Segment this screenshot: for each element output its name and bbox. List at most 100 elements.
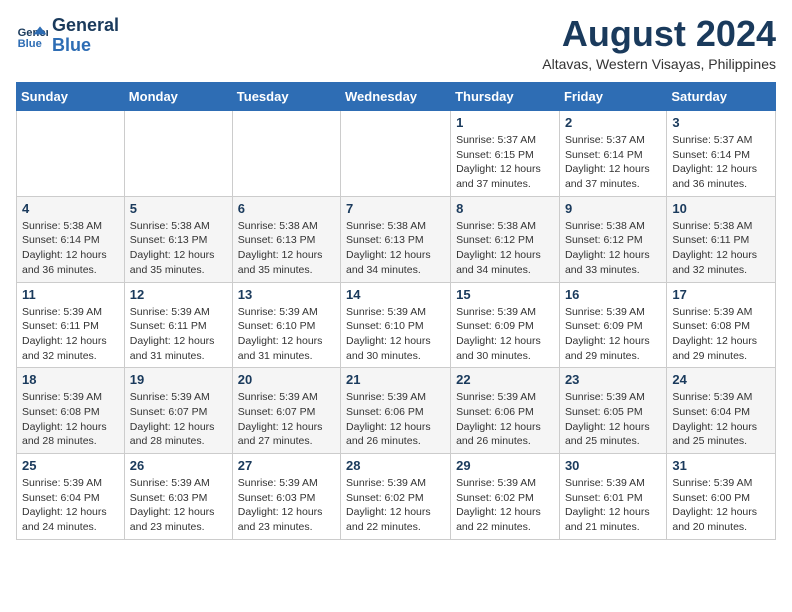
page-header: General Blue General Blue August 2024 Al… [16, 16, 776, 72]
day-info: Sunrise: 5:39 AM Sunset: 6:08 PM Dayligh… [672, 305, 770, 364]
header-thursday: Thursday [451, 83, 560, 111]
calendar-table: SundayMondayTuesdayWednesdayThursdayFrid… [16, 82, 776, 540]
logo-icon: General Blue [16, 20, 48, 52]
day-info: Sunrise: 5:39 AM Sunset: 6:09 PM Dayligh… [565, 305, 661, 364]
header-wednesday: Wednesday [341, 83, 451, 111]
day-info: Sunrise: 5:38 AM Sunset: 6:13 PM Dayligh… [238, 219, 335, 278]
calendar-cell: 6 Sunrise: 5:38 AM Sunset: 6:13 PM Daylig… [232, 196, 340, 282]
calendar-cell: 26 Sunrise: 5:39 AM Sunset: 6:03 PM Dayli… [124, 454, 232, 540]
calendar-cell: 25Sunrise: 5:39 AM Sunset: 6:04 PM Dayli… [17, 454, 125, 540]
day-number: 13 [238, 287, 335, 302]
calendar-cell: 28Sunrise: 5:39 AM Sunset: 6:02 PM Dayli… [341, 454, 451, 540]
day-info: Sunrise: 5:38 AM Sunset: 6:11 PM Dayligh… [672, 219, 770, 278]
calendar-cell: 30Sunrise: 5:39 AM Sunset: 6:01 PM Dayli… [559, 454, 666, 540]
day-number: 25 [22, 458, 119, 473]
calendar-cell: 4 Sunrise: 5:38 AM Sunset: 6:14 PM Daylig… [17, 196, 125, 282]
calendar-cell: 23 Sunrise: 5:39 AM Sunset: 6:05 PM Dayli… [559, 368, 666, 454]
week-row-4: 25Sunrise: 5:39 AM Sunset: 6:04 PM Dayli… [17, 454, 776, 540]
logo-text-general: General [52, 16, 119, 36]
calendar-cell: 27 Sunrise: 5:39 AM Sunset: 6:03 PM Dayli… [232, 454, 340, 540]
day-number: 22 [456, 372, 554, 387]
day-info: Sunrise: 5:39 AM Sunset: 6:01 PM Dayligh… [565, 476, 661, 535]
header-row: SundayMondayTuesdayWednesdayThursdayFrid… [17, 83, 776, 111]
calendar-cell: 17 Sunrise: 5:39 AM Sunset: 6:08 PM Dayli… [667, 282, 776, 368]
day-info: Sunrise: 5:38 AM Sunset: 6:12 PM Dayligh… [456, 219, 554, 278]
day-info: Sunrise: 5:39 AM Sunset: 6:03 PM Dayligh… [130, 476, 227, 535]
calendar-cell: 3Sunrise: 5:37 AM Sunset: 6:14 PM Daylig… [667, 111, 776, 197]
day-number: 8 [456, 201, 554, 216]
calendar-header: SundayMondayTuesdayWednesdayThursdayFrid… [17, 83, 776, 111]
day-number: 19 [130, 372, 227, 387]
header-monday: Monday [124, 83, 232, 111]
calendar-cell: 5 Sunrise: 5:38 AM Sunset: 6:13 PM Daylig… [124, 196, 232, 282]
day-number: 4 [22, 201, 119, 216]
day-number: 10 [672, 201, 770, 216]
calendar-cell: 16 Sunrise: 5:39 AM Sunset: 6:09 PM Dayli… [559, 282, 666, 368]
calendar-cell [341, 111, 451, 197]
calendar-cell: 1 Sunrise: 5:37 AM Sunset: 6:15 PM Daylig… [451, 111, 560, 197]
calendar-cell: 31Sunrise: 5:39 AM Sunset: 6:00 PM Dayli… [667, 454, 776, 540]
day-number: 1 [456, 115, 554, 130]
day-number: 14 [346, 287, 445, 302]
day-number: 23 [565, 372, 661, 387]
calendar-cell: 8 Sunrise: 5:38 AM Sunset: 6:12 PM Daylig… [451, 196, 560, 282]
day-info: Sunrise: 5:39 AM Sunset: 6:05 PM Dayligh… [565, 390, 661, 449]
calendar-cell: 2 Sunrise: 5:37 AM Sunset: 6:14 PM Daylig… [559, 111, 666, 197]
day-number: 15 [456, 287, 554, 302]
day-number: 2 [565, 115, 661, 130]
day-info: Sunrise: 5:39 AM Sunset: 6:09 PM Dayligh… [456, 305, 554, 364]
calendar-body: 1 Sunrise: 5:37 AM Sunset: 6:15 PM Daylig… [17, 111, 776, 540]
day-number: 5 [130, 201, 227, 216]
day-info: Sunrise: 5:39 AM Sunset: 6:02 PM Dayligh… [346, 476, 445, 535]
week-row-1: 4 Sunrise: 5:38 AM Sunset: 6:14 PM Daylig… [17, 196, 776, 282]
calendar-cell [232, 111, 340, 197]
day-info: Sunrise: 5:38 AM Sunset: 6:12 PM Dayligh… [565, 219, 661, 278]
day-info: Sunrise: 5:38 AM Sunset: 6:14 PM Dayligh… [22, 219, 119, 278]
day-number: 24 [672, 372, 770, 387]
header-saturday: Saturday [667, 83, 776, 111]
logo: General Blue General Blue [16, 16, 119, 56]
day-info: Sunrise: 5:38 AM Sunset: 6:13 PM Dayligh… [130, 219, 227, 278]
day-info: Sunrise: 5:37 AM Sunset: 6:15 PM Dayligh… [456, 133, 554, 192]
calendar-cell: 14 Sunrise: 5:39 AM Sunset: 6:10 PM Dayli… [341, 282, 451, 368]
header-tuesday: Tuesday [232, 83, 340, 111]
day-info: Sunrise: 5:39 AM Sunset: 6:03 PM Dayligh… [238, 476, 335, 535]
day-number: 7 [346, 201, 445, 216]
day-number: 26 [130, 458, 227, 473]
day-number: 6 [238, 201, 335, 216]
day-number: 18 [22, 372, 119, 387]
calendar-cell: 12Sunrise: 5:39 AM Sunset: 6:11 PM Dayli… [124, 282, 232, 368]
day-number: 16 [565, 287, 661, 302]
calendar-cell: 29 Sunrise: 5:39 AM Sunset: 6:02 PM Dayli… [451, 454, 560, 540]
calendar-cell: 18 Sunrise: 5:39 AM Sunset: 6:08 PM Dayli… [17, 368, 125, 454]
header-sunday: Sunday [17, 83, 125, 111]
calendar-cell: 9Sunrise: 5:38 AM Sunset: 6:12 PM Daylig… [559, 196, 666, 282]
day-info: Sunrise: 5:39 AM Sunset: 6:10 PM Dayligh… [238, 305, 335, 364]
day-info: Sunrise: 5:37 AM Sunset: 6:14 PM Dayligh… [672, 133, 770, 192]
svg-text:Blue: Blue [18, 38, 42, 50]
day-info: Sunrise: 5:39 AM Sunset: 6:06 PM Dayligh… [346, 390, 445, 449]
calendar-cell [124, 111, 232, 197]
calendar-cell: 11Sunrise: 5:39 AM Sunset: 6:11 PM Dayli… [17, 282, 125, 368]
calendar-cell: 19Sunrise: 5:39 AM Sunset: 6:07 PM Dayli… [124, 368, 232, 454]
day-info: Sunrise: 5:39 AM Sunset: 6:04 PM Dayligh… [672, 390, 770, 449]
day-number: 17 [672, 287, 770, 302]
day-info: Sunrise: 5:37 AM Sunset: 6:14 PM Dayligh… [565, 133, 661, 192]
calendar-cell: 22 Sunrise: 5:39 AM Sunset: 6:06 PM Dayli… [451, 368, 560, 454]
week-row-0: 1 Sunrise: 5:37 AM Sunset: 6:15 PM Daylig… [17, 111, 776, 197]
day-number: 20 [238, 372, 335, 387]
logo-text-blue: Blue [52, 36, 119, 56]
day-info: Sunrise: 5:39 AM Sunset: 6:10 PM Dayligh… [346, 305, 445, 364]
location-subtitle: Altavas, Western Visayas, Philippines [542, 56, 776, 72]
title-section: August 2024 Altavas, Western Visayas, Ph… [542, 16, 776, 72]
day-number: 29 [456, 458, 554, 473]
day-info: Sunrise: 5:39 AM Sunset: 6:08 PM Dayligh… [22, 390, 119, 449]
calendar-cell: 13 Sunrise: 5:39 AM Sunset: 6:10 PM Dayli… [232, 282, 340, 368]
day-info: Sunrise: 5:39 AM Sunset: 6:06 PM Dayligh… [456, 390, 554, 449]
calendar-cell: 21Sunrise: 5:39 AM Sunset: 6:06 PM Dayli… [341, 368, 451, 454]
week-row-3: 18 Sunrise: 5:39 AM Sunset: 6:08 PM Dayli… [17, 368, 776, 454]
day-info: Sunrise: 5:39 AM Sunset: 6:00 PM Dayligh… [672, 476, 770, 535]
day-number: 27 [238, 458, 335, 473]
calendar-cell: 24 Sunrise: 5:39 AM Sunset: 6:04 PM Dayli… [667, 368, 776, 454]
day-info: Sunrise: 5:39 AM Sunset: 6:02 PM Dayligh… [456, 476, 554, 535]
